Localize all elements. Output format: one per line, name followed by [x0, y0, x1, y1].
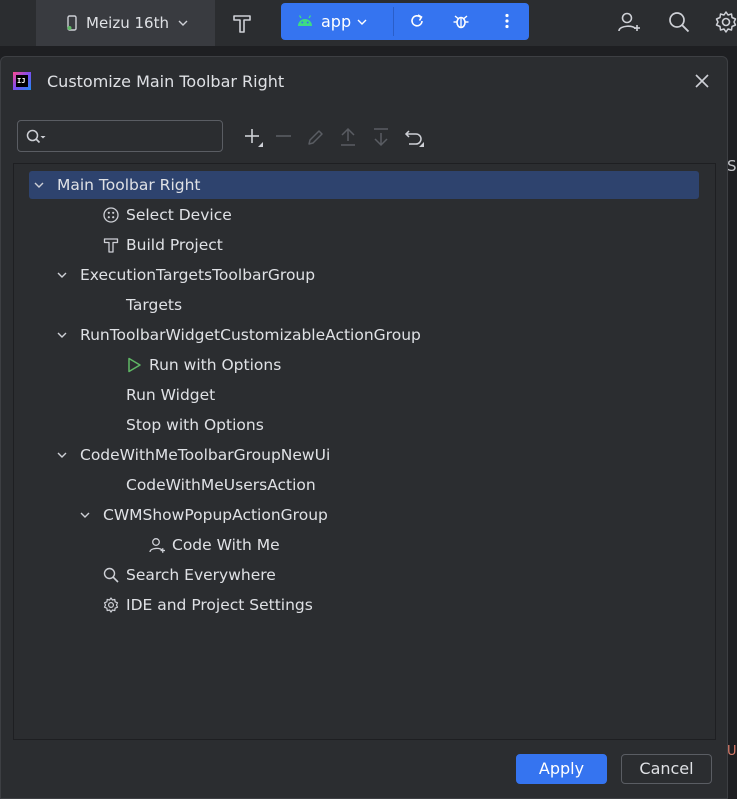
tree-item-label: Select Device — [126, 206, 232, 224]
run-configuration-label[interactable]: app — [321, 12, 351, 31]
tree-item-cwmshowpopupactiongroup[interactable]: CWMShowPopupActionGroup — [14, 500, 715, 530]
tree-item-label: Run Widget — [126, 386, 216, 404]
search-icon — [669, 12, 690, 33]
gear-icon — [103, 597, 119, 613]
device-selector[interactable]: Meizu 16th — [36, 0, 215, 46]
tree-item-label: Targets — [126, 296, 183, 314]
editor-fragment-text: U — [727, 744, 737, 759]
tree-item-codewithmetoolbargroupnewui[interactable]: CodeWithMeToolbarGroupNewUi — [14, 440, 715, 470]
search-icon — [103, 567, 119, 583]
tree-item-runtoolbarwidgetcustomizableactiongroup[interactable]: RunToolbarWidgetCustomizableActionGroup — [14, 320, 715, 350]
move-up-icon[interactable] — [338, 127, 358, 147]
chevron-down-icon[interactable] — [356, 16, 368, 28]
run-widget: app — [281, 3, 529, 40]
hammer-icon — [233, 15, 251, 33]
tree-item-stop-with-options[interactable]: Stop with Options — [14, 410, 715, 440]
tree-item-code-with-me[interactable]: Code With Me — [14, 530, 715, 560]
tree-item-label: ExecutionTargetsToolbarGroup — [80, 266, 316, 284]
ide-main-toolbar: Meizu 16th app — [0, 0, 737, 46]
background-editor-strip: S U — [727, 46, 737, 799]
close-icon[interactable] — [693, 72, 711, 90]
apply-button[interactable]: Apply — [516, 754, 607, 784]
debug-icon[interactable] — [452, 12, 470, 30]
run-widget-separator — [393, 7, 394, 36]
tree-item-targets[interactable]: Targets — [14, 290, 715, 320]
editor-fragment-text: S — [727, 157, 737, 175]
build-hammer-button[interactable] — [229, 10, 255, 36]
select-device-icon — [103, 207, 119, 223]
tree-item-search-everywhere[interactable]: Search Everywhere — [14, 560, 715, 590]
tree-item-executiontargetstoolbargroup[interactable]: ExecutionTargetsToolbarGroup — [14, 260, 715, 290]
tree-item-run-widget[interactable]: Run Widget — [14, 380, 715, 410]
tree-item-label: Search Everywhere — [126, 566, 276, 584]
android-icon — [298, 15, 312, 26]
move-down-icon[interactable] — [371, 127, 391, 147]
code-with-me-button[interactable] — [616, 9, 642, 35]
search-icon — [26, 129, 46, 144]
chevron-down-icon — [178, 20, 188, 26]
phone-icon — [64, 15, 80, 31]
tree-item-label: CodeWithMeToolbarGroupNewUi — [80, 446, 331, 464]
dialog-title: Customize Main Toolbar Right — [47, 72, 285, 91]
hammer-icon — [103, 238, 119, 253]
tree-item-codewithmeusersaction[interactable]: CodeWithMeUsersAction — [14, 470, 715, 500]
search-everywhere-button[interactable] — [666, 9, 692, 35]
chevron-down-icon[interactable] — [56, 329, 68, 341]
chevron-down-icon[interactable] — [33, 179, 45, 191]
tree-item-ide-and-project-settings[interactable]: IDE and Project Settings — [14, 590, 715, 620]
chevron-down-icon[interactable] — [56, 449, 68, 461]
tree-item-label: CWMShowPopupActionGroup — [103, 506, 328, 524]
tree-item-label: Code With Me — [172, 536, 280, 554]
tree-item-label: Stop with Options — [126, 416, 264, 434]
edit-icon[interactable] — [306, 127, 326, 147]
chevron-down-icon[interactable] — [79, 509, 91, 521]
tree-item-build-project[interactable]: Build Project — [14, 230, 715, 260]
chevron-down-icon[interactable] — [56, 269, 68, 281]
device-label: Meizu 16th — [86, 14, 169, 32]
intellij-logo-icon: IJ — [13, 72, 31, 90]
tree-item-label: Main Toolbar Right — [57, 176, 201, 194]
add-action-button[interactable] — [243, 127, 263, 147]
more-vertical-icon[interactable] — [498, 12, 516, 30]
tree-item-label: CodeWithMeUsersAction — [126, 476, 316, 494]
search-field[interactable] — [17, 120, 223, 152]
tree-item-label: Run with Options — [149, 356, 282, 374]
tree-item-label: RunToolbarWidgetCustomizableActionGroup — [80, 326, 421, 344]
run-icon — [128, 357, 141, 373]
tree-item-main-toolbar-right[interactable]: Main Toolbar Right — [14, 170, 715, 200]
search-input[interactable] — [50, 124, 222, 150]
settings-button[interactable] — [713, 9, 737, 35]
tree-item-select-device[interactable]: Select Device — [14, 200, 715, 230]
gear-icon — [715, 11, 737, 33]
remove-action-button[interactable] — [274, 127, 294, 147]
rerun-icon[interactable] — [408, 12, 426, 30]
add-user-icon — [618, 12, 640, 32]
tree-item-run-with-options[interactable]: Run with Options — [14, 350, 715, 380]
tree-item-label: Build Project — [126, 236, 223, 254]
add-user-icon — [149, 538, 165, 553]
tree-item-label: IDE and Project Settings — [126, 596, 313, 614]
restore-defaults-icon[interactable] — [404, 127, 424, 147]
customize-toolbar-dialog: IJ Customize Main Toolbar Right Main Too… — [0, 56, 728, 799]
actions-tree: Main Toolbar Right Select Device Build Pro… — [13, 163, 716, 740]
cancel-button[interactable]: Cancel — [621, 754, 712, 784]
